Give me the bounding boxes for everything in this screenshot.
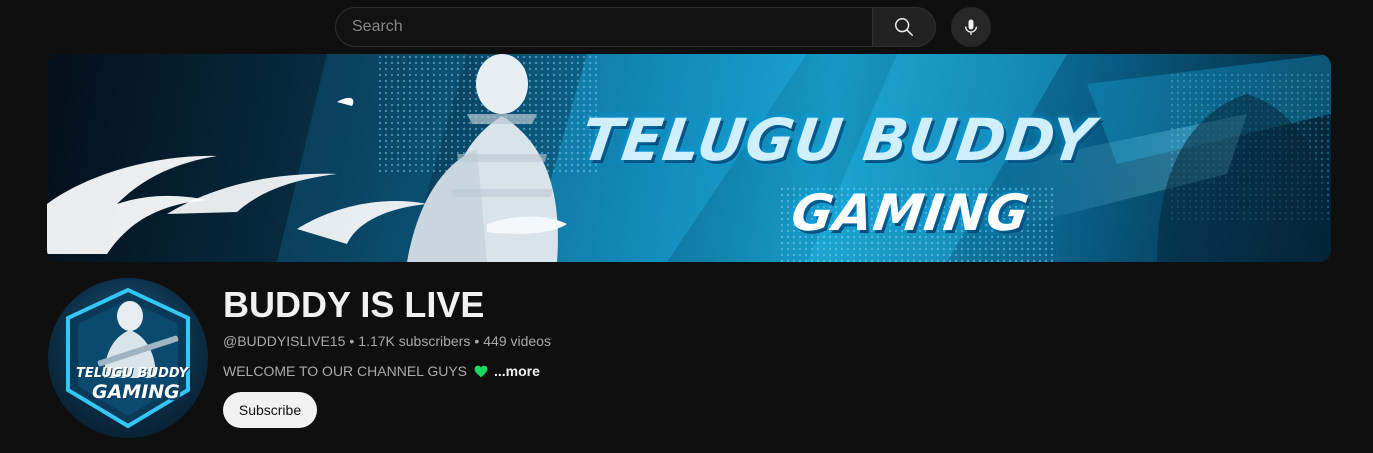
channel-description[interactable]: WELCOME TO OUR CHANNEL GUYS ...more	[223, 363, 540, 379]
search-input[interactable]	[352, 18, 872, 36]
search-button[interactable]	[872, 7, 936, 47]
channel-avatar[interactable]: TELUGU BUDDY GAMING	[48, 278, 208, 438]
microphone-icon	[961, 17, 981, 37]
channel-page: TELUGU BUDDY GAMING TELUGU BUDDY GAMING …	[0, 0, 1373, 453]
search-box[interactable]	[335, 7, 872, 47]
video-count: 449 videos	[483, 333, 551, 349]
banner-subtitle: GAMING	[787, 184, 1034, 242]
voice-search-button[interactable]	[951, 7, 991, 47]
search-icon	[893, 16, 915, 38]
subscriber-count: 1.17K subscribers	[358, 333, 471, 349]
channel-name: BUDDY IS LIVE	[223, 284, 485, 325]
meta-separator: •	[474, 333, 480, 349]
banner-title: TELUGU BUDDY	[577, 106, 1099, 174]
green-heart-icon	[474, 365, 488, 378]
channel-handle: @BUDDYISLIVE15	[223, 333, 346, 349]
subscribe-button[interactable]: Subscribe	[223, 392, 317, 428]
channel-banner: TELUGU BUDDY GAMING	[47, 54, 1331, 262]
avatar-text-line1: TELUGU BUDDY	[76, 366, 189, 381]
meta-separator: •	[349, 333, 355, 349]
channel-meta: @BUDDYISLIVE15 • 1.17K subscribers • 449 vid…	[223, 333, 551, 349]
more-link[interactable]: ...more	[494, 363, 540, 379]
avatar-text-line2: GAMING	[92, 381, 180, 403]
search-bar	[335, 7, 936, 47]
description-text: WELCOME TO OUR CHANNEL GUYS	[223, 363, 468, 379]
avatar-art	[66, 287, 190, 429]
